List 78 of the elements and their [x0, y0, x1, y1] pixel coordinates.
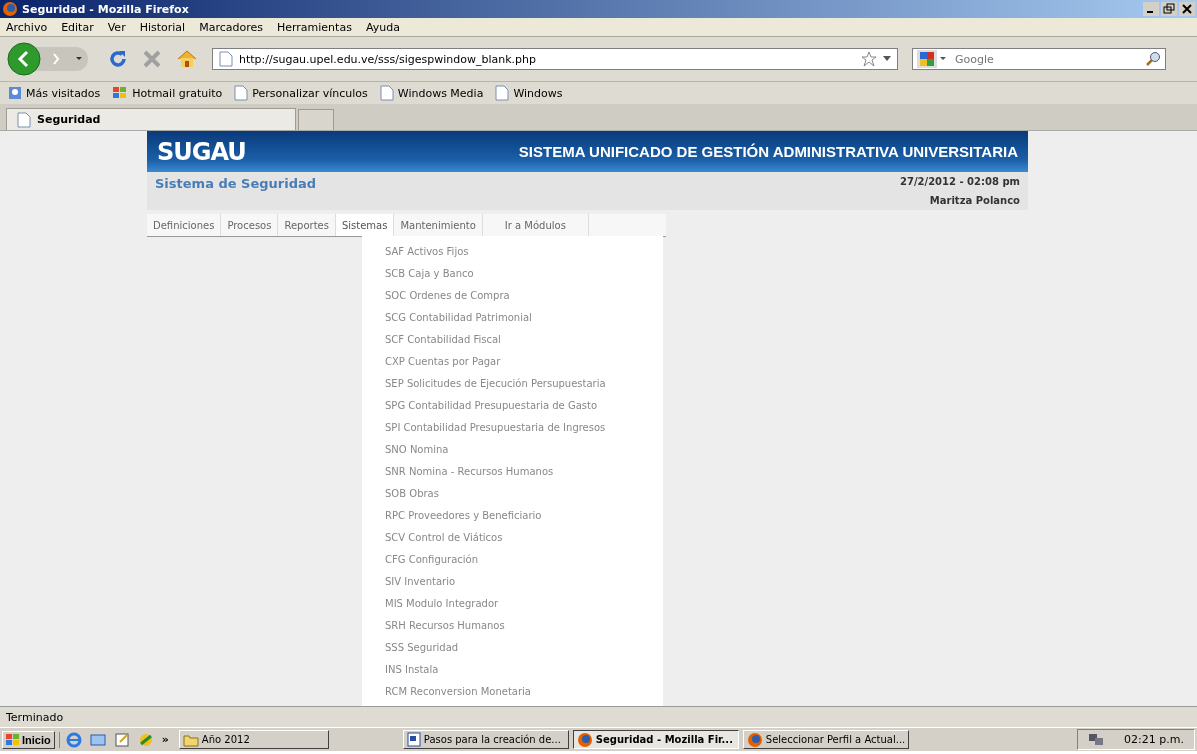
reload-icon[interactable] — [108, 49, 128, 69]
bookmark-link[interactable]: Hotmail gratuito — [112, 86, 223, 100]
dropdown-item[interactable]: SOB Obras — [362, 482, 663, 504]
dropdown-item[interactable]: SEP Solicitudes de Ejecución Persupuestaria — [362, 372, 663, 394]
page-icon — [379, 85, 394, 101]
page-icon — [17, 111, 31, 128]
star-icon[interactable] — [861, 51, 877, 67]
windows-flag-icon — [6, 733, 20, 746]
clock: 02:21 p.m. — [1124, 733, 1184, 746]
dropdown-item[interactable]: SAF Activos Fijos — [362, 240, 663, 262]
browser-tab[interactable]: Seguridad — [6, 108, 296, 130]
dropdown-item[interactable]: RPC Proveedores y Beneficiario — [362, 504, 663, 526]
document-icon — [406, 732, 421, 747]
media-icon[interactable] — [137, 731, 154, 748]
dropdown-item[interactable]: SSS Seguridad — [362, 636, 663, 658]
bookmark-link[interactable]: Windows Media — [379, 85, 484, 101]
folder-icon — [182, 732, 199, 747]
menu-item[interactable]: Marcadores — [199, 20, 263, 34]
dropdown-item[interactable]: SCF Contabilidad Fiscal — [362, 328, 663, 350]
taskbar-button[interactable]: Seleccionar Perfil a Actual... — [742, 730, 910, 749]
taskbar-button[interactable]: Pasos para la creación de... — [402, 730, 569, 749]
taskbar-button[interactable]: Año 2012 — [178, 730, 329, 749]
menu-item[interactable]: Herramientas — [276, 20, 352, 34]
date-time: 27/2/2012 - 02:08 pm — [900, 176, 1020, 189]
start-button[interactable]: Inicio — [2, 730, 55, 749]
bookmark-link[interactable]: Windows — [495, 85, 563, 101]
dropdown-item[interactable]: SCB Caja y Banco — [362, 262, 663, 284]
menu-item[interactable]: Ayuda — [365, 20, 400, 34]
dropdown-arrow-icon[interactable] — [883, 56, 891, 62]
menu-item[interactable]: Archivo — [6, 20, 48, 34]
nav-menu-item[interactable]: Sistemas — [335, 214, 395, 236]
dropdown-item[interactable]: SIV Inventario — [362, 570, 663, 592]
dropdown-item[interactable]: RCM Reconversion Monetaria — [362, 680, 663, 702]
globe-icon — [576, 731, 593, 748]
banner-title: SISTEMA UNIFICADO DE GESTIÓN ADMINISTRATIVA UNIVERSITARIA — [518, 143, 1018, 160]
dropdown-item[interactable]: SPI Contabilidad Presupuestaria de Ingresos — [362, 416, 663, 438]
page-icon — [219, 51, 233, 67]
search-box[interactable]: Google — [912, 48, 1166, 70]
dropdown-item[interactable]: SCV Control de Viáticos — [362, 526, 663, 548]
status-text: Terminado — [6, 710, 64, 724]
page-icon — [495, 85, 510, 101]
search-engine-icon[interactable] — [917, 50, 947, 68]
menu-item[interactable]: Ver — [107, 20, 126, 34]
page-icon — [234, 85, 249, 101]
dropdown-item[interactable]: CXP Cuentas por Pagar — [362, 350, 663, 372]
search-icon[interactable] — [1145, 51, 1161, 67]
dropdown-item[interactable]: SPG Contabilidad Presupuestaria de Gasto — [362, 394, 663, 416]
dropdown-item[interactable]: MIS Modulo Integrador — [362, 592, 663, 614]
bookmark-link[interactable]: Personalizar vínculos — [234, 85, 368, 101]
desktop-icon[interactable] — [89, 731, 106, 748]
dropdown-item[interactable]: SCG Contabilidad Patrimonial — [362, 306, 663, 328]
window-title: Seguridad - Mozilla Firefox — [22, 2, 189, 16]
more-icon[interactable]: » — [161, 733, 169, 746]
address-bar[interactable]: http://sugau.upel.edu.ve/sss/sigespwindow_blank.php — [212, 48, 898, 70]
close-icon[interactable] — [1179, 2, 1195, 16]
dropdown-item[interactable]: SOC Ordenes de Compra — [362, 284, 663, 306]
menu-item[interactable]: Editar — [61, 20, 94, 34]
minimize-icon[interactable] — [1143, 2, 1159, 16]
dropdown-item[interactable]: SNO Nomina — [362, 438, 663, 460]
dropdown-item[interactable]: SNR Nomina - Recursos Humanos — [362, 460, 663, 482]
taskbar-button[interactable]: Seguridad - Mozilla Fir... — [572, 730, 739, 749]
dropdown-item[interactable]: INS Instala — [362, 658, 663, 680]
user-name: Maritza Polanco — [928, 195, 1020, 206]
globe-icon — [746, 731, 763, 748]
dropdown-item[interactable]: CFG Configuración — [362, 548, 663, 570]
notepad-icon[interactable] — [113, 731, 130, 748]
browser-icon[interactable] — [65, 731, 82, 748]
menu-item[interactable]: Historial — [139, 20, 186, 34]
bookmark-link[interactable]: Más visitados — [8, 86, 101, 100]
network-icon[interactable] — [1088, 732, 1105, 747]
magnifier-icon — [8, 86, 22, 100]
restore-icon[interactable] — [1161, 2, 1177, 16]
globe-icon — [2, 1, 18, 17]
system-title: Sistema de Seguridad — [155, 176, 318, 191]
windows-flag-icon — [112, 86, 129, 100]
home-icon[interactable] — [176, 49, 198, 69]
dropdown-item[interactable]: SRH Recursos Humanos — [362, 614, 663, 636]
logo: SUGAU — [157, 137, 246, 166]
